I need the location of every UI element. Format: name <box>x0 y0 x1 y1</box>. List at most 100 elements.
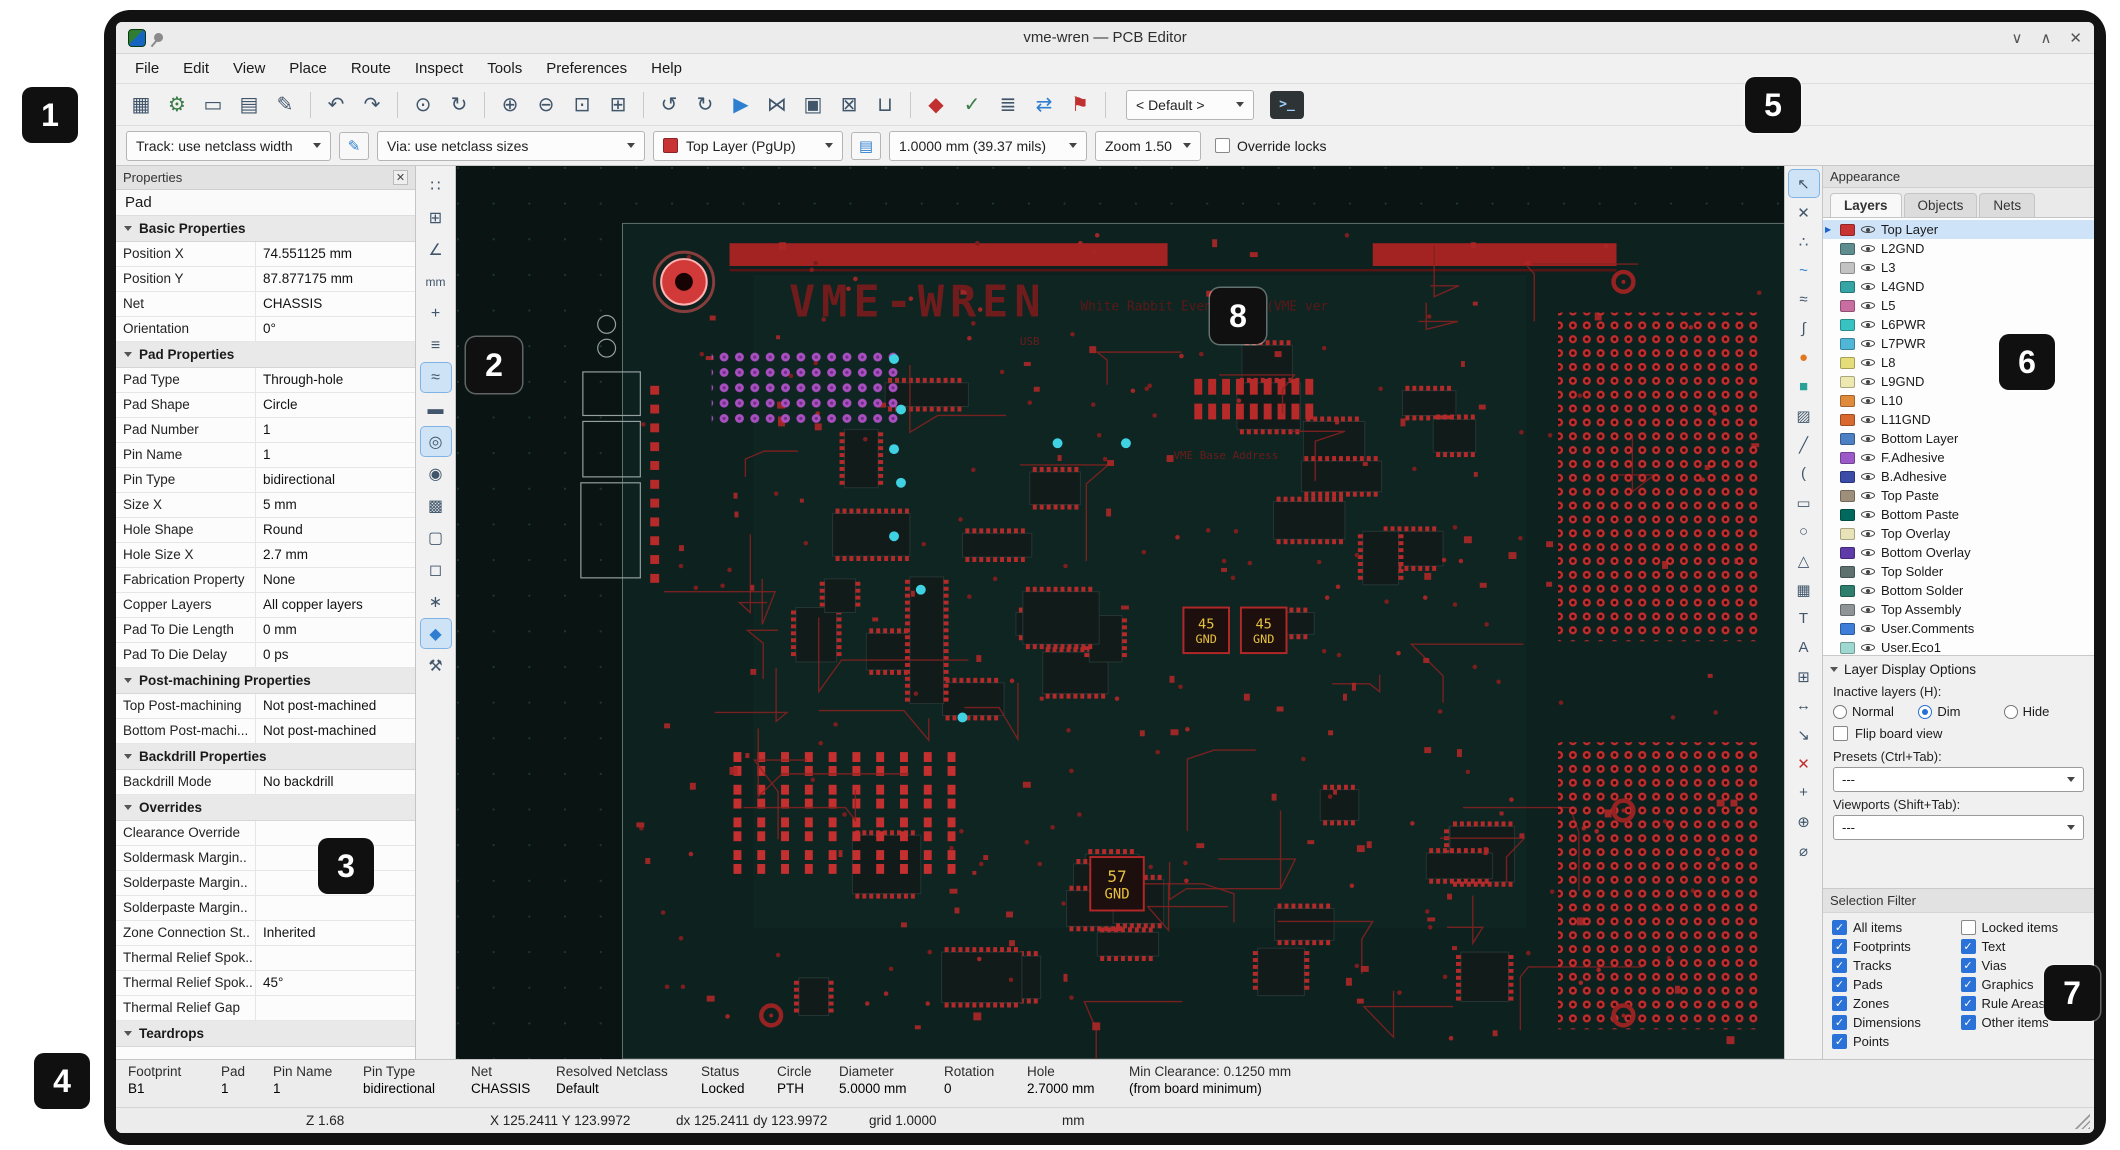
route-diff-pairs-icon[interactable]: ≈ <box>1789 286 1819 313</box>
property-value[interactable]: 1 <box>256 418 415 442</box>
layer-color-swatch[interactable] <box>1840 547 1855 559</box>
menu-route[interactable]: Route <box>340 57 402 80</box>
checkbox-footprints[interactable] <box>1832 939 1847 954</box>
active-layer-select[interactable]: Top Layer (PgUp) <box>653 131 843 161</box>
checkbox-other-items[interactable] <box>1961 1015 1976 1030</box>
layer-color-swatch[interactable] <box>1840 623 1855 635</box>
layer-color-swatch[interactable] <box>1840 433 1855 445</box>
layer-color-swatch[interactable] <box>1840 604 1855 616</box>
draw-polygon-icon[interactable]: △ <box>1789 547 1819 574</box>
layer-row-bottom-overlay[interactable]: Bottom Overlay <box>1823 543 2094 562</box>
save-icon[interactable]: ▦ <box>124 89 158 121</box>
dimension-icon[interactable]: ↔ <box>1789 692 1819 719</box>
visibility-eye-icon[interactable] <box>1861 242 1875 256</box>
visibility-eye-icon[interactable] <box>1861 375 1875 389</box>
style-select[interactable]: < Default > <box>1126 90 1254 120</box>
footprint-checker-icon[interactable]: ✓ <box>955 89 989 121</box>
layer-row-f-adhesive[interactable]: F.Adhesive <box>1823 448 2094 467</box>
add-table-icon[interactable]: ⊞ <box>1789 663 1819 690</box>
add-textbox-icon[interactable]: A <box>1789 634 1819 661</box>
property-value[interactable]: 2.7 mm <box>256 543 415 567</box>
zoom-select[interactable]: Zoom 1.50 <box>1095 131 1201 161</box>
board-setup-icon[interactable]: ⚙ <box>160 89 194 121</box>
visibility-eye-icon[interactable] <box>1861 413 1875 427</box>
layer-color-swatch[interactable] <box>1840 224 1855 236</box>
visibility-eye-icon[interactable] <box>1861 261 1875 275</box>
layer-color-swatch[interactable] <box>1840 243 1855 255</box>
property-section-post-machining-properties[interactable]: Post-machining Properties <box>116 668 415 694</box>
property-section-basic-properties[interactable]: Basic Properties <box>116 216 415 242</box>
layer-row-l2gnd[interactable]: L2GND <box>1823 239 2094 258</box>
property-value[interactable] <box>256 871 415 895</box>
grid-visibility-icon[interactable]: ∷ <box>421 171 451 200</box>
layer-color-swatch[interactable] <box>1840 642 1855 654</box>
flip-board-icon[interactable]: ▶ <box>724 89 758 121</box>
close-icon[interactable]: ✕ <box>393 170 408 185</box>
zoom-selection-icon[interactable]: ⊞ <box>601 89 635 121</box>
crosshair-cursor-icon[interactable]: + <box>421 299 451 328</box>
checkbox-zones[interactable] <box>1832 996 1847 1011</box>
layer-display-options-header[interactable]: Layer Display Options <box>1823 656 2094 681</box>
add-rule-area-icon[interactable]: ▨ <box>1789 402 1819 429</box>
property-value[interactable] <box>256 896 415 920</box>
property-value[interactable]: 0 ps <box>256 643 415 667</box>
redo-icon[interactable]: ↷ <box>355 89 389 121</box>
layer-row-l11gnd[interactable]: L11GND <box>1823 410 2094 429</box>
layer-row-top-layer[interactable]: ▶Top Layer <box>1823 220 2094 239</box>
layer-row-b-adhesive[interactable]: B.Adhesive <box>1823 467 2094 486</box>
curved-ratsnest-icon[interactable]: ≈ <box>421 363 451 392</box>
layer-color-swatch[interactable] <box>1840 262 1855 274</box>
layer-row-top-assembly[interactable]: Top Assembly <box>1823 600 2094 619</box>
layer-color-swatch[interactable] <box>1840 528 1855 540</box>
scripting-console-icon[interactable]: >_ <box>1270 91 1304 119</box>
radio-hide[interactable] <box>2004 705 2018 719</box>
property-section-teardrops[interactable]: Teardrops <box>116 1021 415 1047</box>
lock-icon[interactable]: ⊠ <box>832 89 866 121</box>
maximize-button[interactable]: ∧ <box>2040 29 2051 47</box>
menu-preferences[interactable]: Preferences <box>535 57 638 80</box>
delete-tool-icon[interactable]: ✕ <box>1789 750 1819 777</box>
property-value[interactable]: Circle <box>256 393 415 417</box>
measure-tool-icon[interactable]: ⌀ <box>1789 837 1819 864</box>
visibility-eye-icon[interactable] <box>1861 565 1875 579</box>
radio-option-normal[interactable]: Normal <box>1833 704 1913 719</box>
layer-row-l7pwr[interactable]: L7PWR <box>1823 334 2094 353</box>
layer-color-swatch[interactable] <box>1840 376 1855 388</box>
refresh-icon[interactable]: ↻ <box>442 89 476 121</box>
show-violations-icon[interactable]: ⚑ <box>1063 89 1097 121</box>
resize-grip[interactable] <box>2074 1113 2090 1129</box>
layers-manager-icon[interactable]: ▤ <box>851 132 881 160</box>
title-bar[interactable]: vme-wren — PCB Editor ∨∧✕ <box>116 22 2094 54</box>
pcb-board-svg[interactable]: 45GND45GND57GNDVME-WRENWhite Rabbit Even… <box>456 166 1784 1059</box>
drc-icon[interactable]: ◆ <box>919 89 953 121</box>
menu-inspect[interactable]: Inspect <box>404 57 474 80</box>
menu-place[interactable]: Place <box>278 57 338 80</box>
minimize-button[interactable]: ∨ <box>2011 29 2022 47</box>
visibility-eye-icon[interactable] <box>1861 299 1875 313</box>
property-value[interactable]: Inherited <box>256 921 415 945</box>
presets-select[interactable]: --- <box>1833 767 2084 792</box>
property-value[interactable]: None <box>256 568 415 592</box>
draw-rectangle-icon[interactable]: ▭ <box>1789 489 1819 516</box>
layer-color-swatch[interactable] <box>1840 452 1855 464</box>
property-value[interactable]: Through-hole <box>256 368 415 392</box>
property-section-backdrill-properties[interactable]: Backdrill Properties <box>116 744 415 770</box>
radio-normal[interactable] <box>1833 705 1847 719</box>
layer-row-bottom-solder[interactable]: Bottom Solder <box>1823 581 2094 600</box>
property-value[interactable]: 45° <box>256 971 415 995</box>
visibility-eye-icon[interactable] <box>1861 508 1875 522</box>
print-icon[interactable]: ▤ <box>232 89 266 121</box>
layer-row-bottom-layer[interactable]: Bottom Layer <box>1823 429 2094 448</box>
visibility-eye-icon[interactable] <box>1861 280 1875 294</box>
mirror-icon[interactable]: ⋈ <box>760 89 794 121</box>
tools-icon[interactable]: ⚒ <box>421 651 451 680</box>
layer-color-swatch[interactable] <box>1840 414 1855 426</box>
checkbox-tracks[interactable] <box>1832 958 1847 973</box>
properties-panel-icon[interactable]: ◆ <box>421 619 451 648</box>
property-value[interactable] <box>256 996 415 1020</box>
property-value[interactable]: Not post-machined <box>256 719 415 743</box>
visibility-eye-icon[interactable] <box>1861 546 1875 560</box>
radio-option-hide[interactable]: Hide <box>2004 704 2084 719</box>
menu-view[interactable]: View <box>222 57 276 80</box>
grid-origin-icon[interactable]: + <box>1789 779 1819 806</box>
